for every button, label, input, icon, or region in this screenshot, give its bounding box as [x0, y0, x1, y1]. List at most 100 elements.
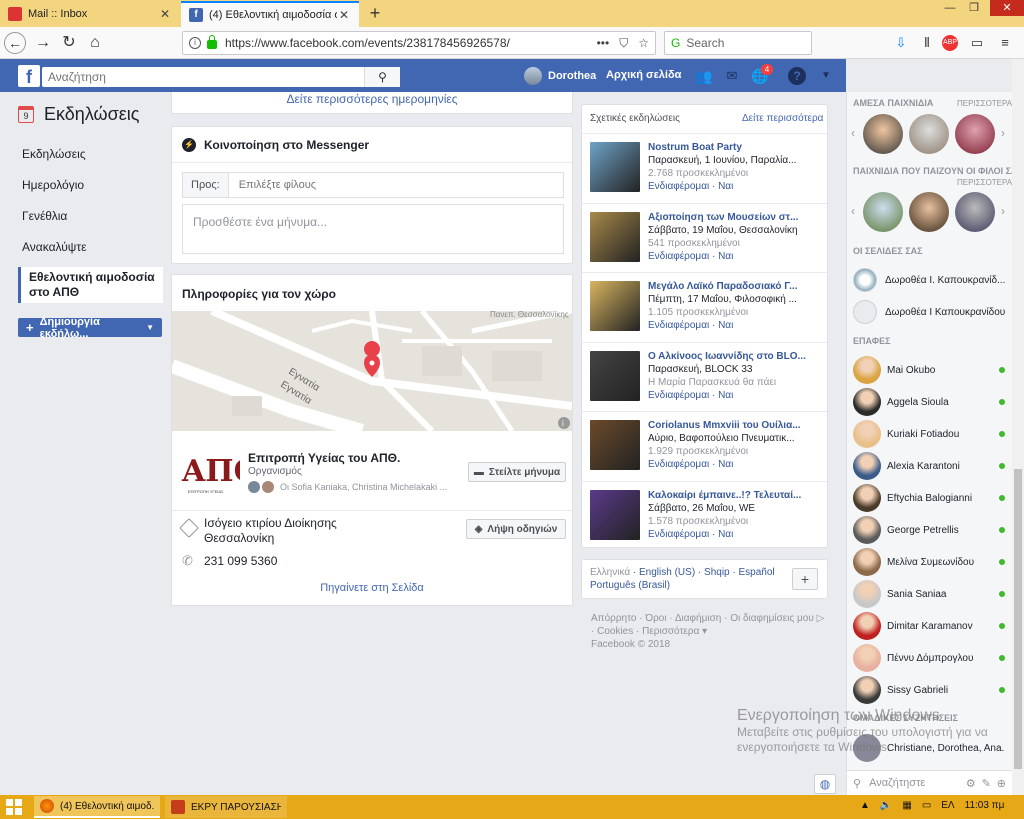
related-event-item[interactable]: Ο Αλκίνοος Ιωαννίδης στο BLO... Παρασκευή… [582, 341, 827, 411]
venue-map[interactable]: Εγνατία Εγνατία Πανεπ. Θεσσαλονίκης i [172, 311, 572, 431]
event-title[interactable]: Ο Αλκίνοος Ιωαννίδης στο BLO... [648, 351, 820, 362]
contact-item[interactable]: Aggela Sioula [853, 388, 1005, 416]
venue-phone[interactable]: 231 099 5360 [204, 554, 277, 568]
message-textarea[interactable]: Προσθέστε ένα μήνυμα... [182, 204, 564, 254]
language-link[interactable]: Español [739, 567, 775, 578]
event-title[interactable]: Nostrum Boat Party [648, 142, 820, 153]
game-thumbnail[interactable] [909, 114, 949, 154]
back-button[interactable]: ← [4, 32, 26, 54]
event-title[interactable]: Αξιοποίηση των Μουσείων στ... [648, 212, 820, 223]
download-icon[interactable]: ⇩ [892, 34, 910, 52]
friends-games-more-link[interactable]: ΠΕΡΙΣΣΟΤΕΡΑ [957, 178, 1012, 187]
interested-link[interactable]: Ενδιαφέρομαι · Ναι [648, 390, 733, 401]
contact-item[interactable]: Sania Saniaa [853, 580, 1005, 608]
related-event-item[interactable]: Coriolanus Mmxviii του Ουίλια... Αύριο, Β… [582, 411, 827, 480]
input-language[interactable]: ΕΛ [941, 800, 954, 811]
recipient-input[interactable] [228, 179, 563, 191]
menu-icon[interactable]: ≡ [996, 34, 1014, 52]
compose-icon[interactable]: ✎ [982, 777, 991, 790]
adblock-icon[interactable]: ABP [942, 35, 958, 51]
interested-link[interactable]: Ενδιαφέρομαι · Ναι [648, 320, 733, 331]
event-thumbnail[interactable] [590, 211, 640, 262]
restore-button[interactable]: ❐ [962, 0, 986, 16]
bookmark-star-icon[interactable]: ☆ [638, 36, 649, 50]
globe-icon[interactable]: ◍ [814, 774, 836, 794]
help-icon[interactable]: ? [788, 67, 806, 85]
get-directions-button[interactable]: ◈ Λήψη οδηγιών [466, 519, 566, 539]
browser-search-bar[interactable]: G Search [664, 31, 812, 55]
nav-discover[interactable]: Ανακαλύψτε [18, 236, 163, 258]
facebook-search-input[interactable] [42, 68, 364, 86]
account-menu-icon[interactable]: ▼ [816, 67, 836, 85]
search-icon[interactable]: ⚲ [364, 67, 400, 87]
related-event-item[interactable]: Αξιοποίηση των Μουσείων στ... Σάββατο, 19… [582, 202, 827, 272]
home-button[interactable]: ⌂ [84, 32, 106, 54]
events-title[interactable]: 9 Εκδηλώσεις [18, 104, 163, 125]
interested-link[interactable]: Ενδιαφέρομαι · Ναι [648, 251, 733, 262]
organization-name[interactable]: Επιτροπή Υγείας του ΑΠΘ. [248, 451, 400, 465]
event-thumbnail[interactable] [590, 350, 640, 401]
send-message-button[interactable]: ▬ Στείλτε μήνυμα [468, 462, 566, 482]
game-thumbnail[interactable] [863, 114, 903, 154]
clock[interactable]: 11:03 πμ [965, 800, 1005, 811]
go-to-page-link[interactable]: Πηγαίνετε στη Σελίδα [172, 582, 572, 594]
settings-icon[interactable]: ⚙ [966, 777, 976, 790]
related-event-item[interactable]: Nostrum Boat Party Παρασκευή, 1 Ιουνίου, … [582, 133, 827, 202]
event-thumbnail[interactable] [590, 281, 640, 331]
contact-item[interactable]: Πέννυ Δόμπρογλου [853, 644, 1005, 672]
windows-start-icon[interactable] [6, 799, 22, 815]
nav-events[interactable]: Εκδηλώσεις [18, 143, 163, 165]
event-thumbnail[interactable] [590, 142, 640, 192]
event-title[interactable]: Μεγάλο Λαϊκό Παραδοσιακό Γ... [648, 281, 820, 292]
taskbar-powerpoint[interactable]: ΕΚΡΥ ΠΑΡΟΥΣΙΑΣΗ ... [165, 796, 287, 818]
language-link[interactable]: English (US) [639, 567, 695, 578]
action-center-icon[interactable]: ▭ [922, 800, 931, 811]
scrollbar-thumb[interactable] [1014, 469, 1022, 769]
contact-item[interactable]: Dimitar Karamanov [853, 612, 1005, 640]
chevron-left-icon[interactable]: ‹ [851, 204, 855, 218]
window-close-button[interactable]: ✕ [990, 0, 1024, 16]
game-thumbnail[interactable] [863, 192, 903, 232]
sidebar-icon[interactable]: ▭ [968, 34, 986, 52]
facebook-logo[interactable]: f [18, 65, 40, 87]
url-text[interactable]: https://www.facebook.com/events/23817845… [225, 36, 587, 50]
contact-item[interactable]: Μελίνα Συμεωνίδου [853, 548, 1005, 576]
instant-games-more-link[interactable]: ΠΕΡΙΣΣΟΤΕΡΑ [957, 99, 1012, 108]
nav-calendar[interactable]: Ημερολόγιο [18, 174, 163, 196]
chevron-right-icon[interactable]: › [1001, 204, 1005, 218]
game-thumbnail[interactable] [909, 192, 949, 232]
related-event-item[interactable]: Καλοκαίρι έμπαινε..!? Τελευταί... Σάββατο… [582, 480, 827, 550]
language-link[interactable]: Shqip [704, 567, 730, 578]
friend-requests-icon[interactable]: 👥 [694, 67, 714, 85]
related-event-item[interactable]: Μεγάλο Λαϊκό Παραδοσιακό Γ... Πέμπτη, 17 … [582, 272, 827, 341]
new-tab-button[interactable]: + [364, 2, 386, 24]
interested-link[interactable]: Ενδιαφέρομαι · Ναι [648, 459, 733, 470]
nav-current-event[interactable]: Εθελοντική αιμοδοσία στο ΑΠΘ [18, 267, 163, 303]
organization-logo[interactable]: ΑΠΘ ΕΠΙΤΡΟΠΗ ΥΓΕΙΑΣ [180, 447, 260, 497]
page-item[interactable]: Δωροθέα Ι Καπουκρανίδου [853, 300, 1012, 324]
event-thumbnail[interactable] [590, 420, 640, 470]
footer-links[interactable]: Απόρρητο · Όροι · Διαφήμιση · Οι διαφημί… [591, 612, 826, 638]
forward-button[interactable]: → [32, 32, 54, 54]
chat-search[interactable]: ⚲ Αναζήτηστε ⚙ ✎ ⊕ [846, 770, 1012, 795]
language-link[interactable]: Português (Brasil) [590, 580, 670, 591]
create-event-button[interactable]: + Δημιουργία εκδήλω... ▼ [18, 316, 162, 340]
page-scrollbar[interactable] [1012, 59, 1024, 795]
tab-mail-inbox[interactable]: Mail :: Inbox ✕ [0, 1, 180, 27]
new-group-icon[interactable]: ⊕ [997, 777, 1006, 790]
interested-link[interactable]: Ενδιαφέρομαι · Ναι [648, 181, 733, 192]
event-title[interactable]: Coriolanus Mmxviii του Ουίλια... [648, 420, 820, 431]
info-icon[interactable]: i [189, 37, 201, 49]
library-icon[interactable]: ⫴ [918, 34, 936, 52]
contact-item[interactable]: Eftychia Balogianni [853, 484, 1005, 512]
contact-item[interactable]: George Petrellis [853, 516, 1005, 544]
related-events-more-link[interactable]: Δείτε περισσότερα [742, 113, 823, 124]
close-tab-icon[interactable]: ✕ [337, 8, 351, 22]
reload-button[interactable]: ↻ [58, 32, 80, 54]
event-thumbnail[interactable] [590, 489, 640, 540]
contact-item[interactable]: Mai Okubo [853, 356, 1005, 384]
nav-birthdays[interactable]: Γενέθλια [18, 205, 163, 227]
close-tab-icon[interactable]: ✕ [158, 7, 172, 21]
game-thumbnail[interactable] [955, 192, 995, 232]
interested-link[interactable]: Ενδιαφέρομαι · Ναι [648, 529, 733, 540]
